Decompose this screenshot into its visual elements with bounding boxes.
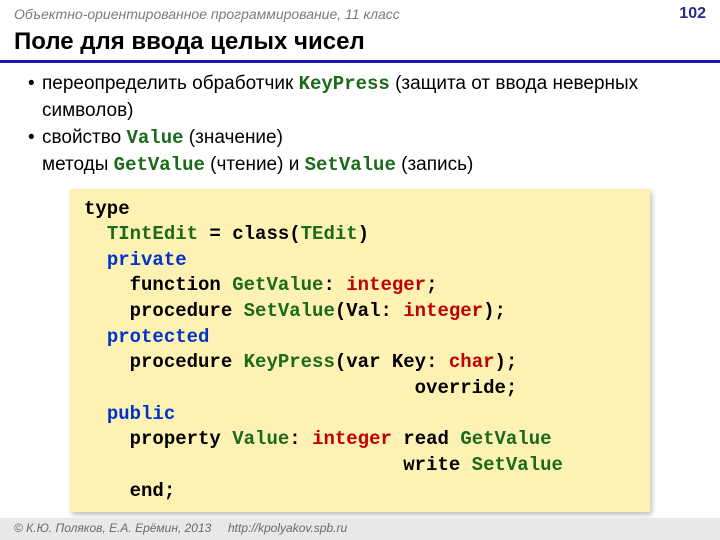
code-access: private (107, 249, 187, 271)
bullet-2: свойство Value (значение) методы GetValu… (28, 125, 692, 178)
code-sp (84, 249, 107, 271)
code-type: integer (346, 274, 426, 296)
text: свойство (42, 127, 127, 148)
code-access: protected (107, 326, 210, 348)
text: переопределить обработчик (42, 73, 299, 94)
footer-url: http://kpolyakov.spb.ru (228, 521, 347, 535)
slide-header: Объектно-ориентированное программировани… (0, 0, 720, 28)
code-sp (84, 223, 107, 245)
code-ident: GetValue (232, 274, 323, 296)
code-kw: read (392, 428, 460, 450)
code-class: TIntEdit (107, 223, 198, 245)
code-kw: write (84, 454, 472, 476)
code-kw: ); (483, 300, 506, 322)
code-kw: property (84, 428, 232, 450)
code-kw: override; (84, 377, 517, 399)
code-ident: SetValue (472, 454, 563, 476)
code-kw: function (84, 274, 232, 296)
page-number: 102 (679, 5, 706, 23)
text: (значение) (184, 127, 283, 148)
text: (запись) (396, 154, 474, 175)
slide-title: Поле для ввода целых чисел (0, 28, 720, 63)
code-sp (84, 403, 107, 425)
code-ident: KeyPress (244, 351, 335, 373)
code-kw: (Val: (335, 300, 403, 322)
code-kw: : (323, 274, 346, 296)
keyword-keypress: KeyPress (299, 73, 390, 95)
code-type: char (449, 351, 495, 373)
slide-content: переопределить обработчик KeyPress (защи… (0, 71, 720, 512)
code-kw: : (289, 428, 312, 450)
keyword-setvalue: SetValue (305, 154, 396, 176)
code-kw: type (84, 198, 130, 220)
keyword-getvalue: GetValue (114, 154, 205, 176)
code-kw: procedure (84, 300, 244, 322)
code-kw: = class( (198, 223, 301, 245)
keyword-value: Value (127, 127, 184, 149)
slide-footer: © К.Ю. Поляков, Е.А. Ерёмин, 2013 http:/… (0, 518, 720, 540)
code-type: integer (403, 300, 483, 322)
code-ident: SetValue (244, 300, 335, 322)
code-type: integer (312, 428, 392, 450)
text: методы (42, 154, 114, 175)
code-kw: procedure (84, 351, 244, 373)
code-block: type TIntEdit = class(TEdit) private fun… (70, 189, 650, 513)
code-ident: GetValue (460, 428, 551, 450)
code-kw: ; (426, 274, 437, 296)
code-kw: (var Key: (335, 351, 449, 373)
code-kw: ); (495, 351, 518, 373)
text: (чтение) и (205, 154, 305, 175)
code-ident: Value (232, 428, 289, 450)
copyright: © К.Ю. Поляков, Е.А. Ерёмин, 2013 (14, 521, 211, 535)
code-kw: ) (358, 223, 369, 245)
code-access: public (107, 403, 175, 425)
course-label: Объектно-ориентированное программировани… (14, 6, 400, 22)
bullet-1: переопределить обработчик KeyPress (защи… (28, 71, 692, 123)
code-class: TEdit (301, 223, 358, 245)
code-sp (84, 326, 107, 348)
code-kw: end; (84, 480, 175, 502)
